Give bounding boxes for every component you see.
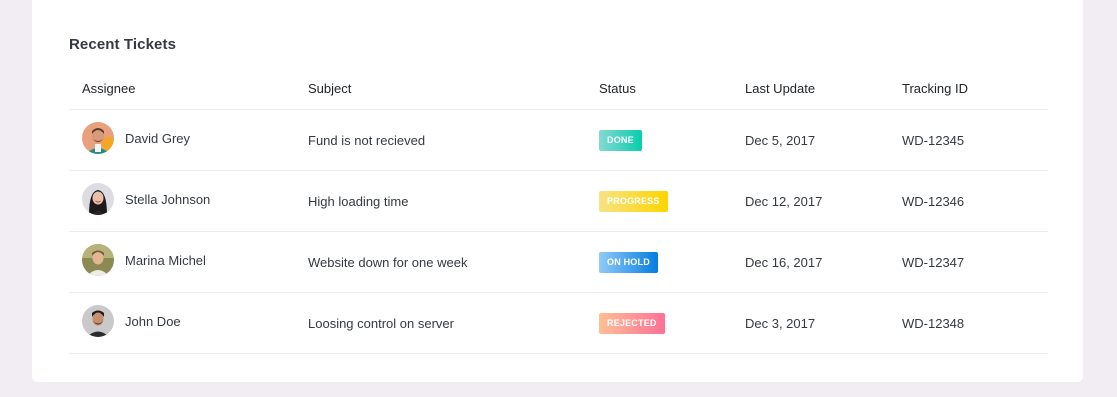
tracking-id-cell: WD-12347 — [902, 231, 1048, 293]
assignee-cell: John Doe — [69, 292, 308, 354]
last-update-cell: Dec 16, 2017 — [745, 231, 902, 293]
status-badge: REJECTED — [599, 312, 665, 334]
tracking-id-cell: WD-12348 — [902, 292, 1048, 354]
assignee-name: John Doe — [125, 313, 181, 329]
assignee-name: Stella Johnson — [125, 191, 211, 207]
tracking-id-cell: WD-12346 — [902, 170, 1048, 232]
subject-cell: Loosing control on server — [308, 292, 599, 354]
recent-tickets-card: Recent Tickets Assignee Subject Status L… — [32, 0, 1083, 382]
table-row[interactable]: Stella Johnson High loading time PROGRES… — [69, 170, 1048, 232]
last-update-cell: Dec 3, 2017 — [745, 292, 902, 354]
assignee-cell: Marina Michel — [69, 231, 308, 293]
status-cell: PROGRESS — [599, 170, 745, 232]
assignee-cell: Stella Johnson — [69, 170, 308, 232]
status-cell: ON HOLD — [599, 231, 745, 293]
tickets-table: Assignee Subject Status Last Update Trac… — [69, 67, 1048, 354]
table-row[interactable]: John Doe Loosing control on server REJEC… — [69, 292, 1048, 354]
status-cell: DONE — [599, 109, 745, 171]
column-header-assignee: Assignee — [69, 67, 308, 110]
column-header-status: Status — [599, 67, 745, 110]
last-update-cell: Dec 12, 2017 — [745, 170, 902, 232]
subject-cell: Fund is not recieved — [308, 109, 599, 171]
column-header-last-update: Last Update — [745, 67, 902, 110]
status-badge: ON HOLD — [599, 251, 658, 273]
avatar — [82, 183, 114, 215]
status-badge: DONE — [599, 129, 642, 151]
assignee-name: David Grey — [125, 130, 191, 146]
subject-cell: Website down for one week — [308, 231, 599, 293]
column-header-subject: Subject — [308, 67, 599, 110]
subject-cell: High loading time — [308, 170, 599, 232]
table-row[interactable]: David Grey Fund is not recieved DONE Dec… — [69, 109, 1048, 171]
status-badge: PROGRESS — [599, 190, 668, 212]
avatar — [82, 305, 114, 337]
status-cell: REJECTED — [599, 292, 745, 354]
column-header-tracking-id: Tracking ID — [902, 67, 1048, 110]
table-header-row: Assignee Subject Status Last Update Trac… — [69, 67, 1048, 110]
last-update-cell: Dec 5, 2017 — [745, 109, 902, 171]
table-row[interactable]: Marina Michel Website down for one week … — [69, 231, 1048, 293]
assignee-cell: David Grey — [69, 109, 308, 171]
avatar — [82, 244, 114, 276]
card-title: Recent Tickets — [69, 36, 177, 53]
tracking-id-cell: WD-12345 — [902, 109, 1048, 171]
assignee-name: Marina Michel — [125, 252, 206, 268]
avatar — [82, 122, 114, 154]
